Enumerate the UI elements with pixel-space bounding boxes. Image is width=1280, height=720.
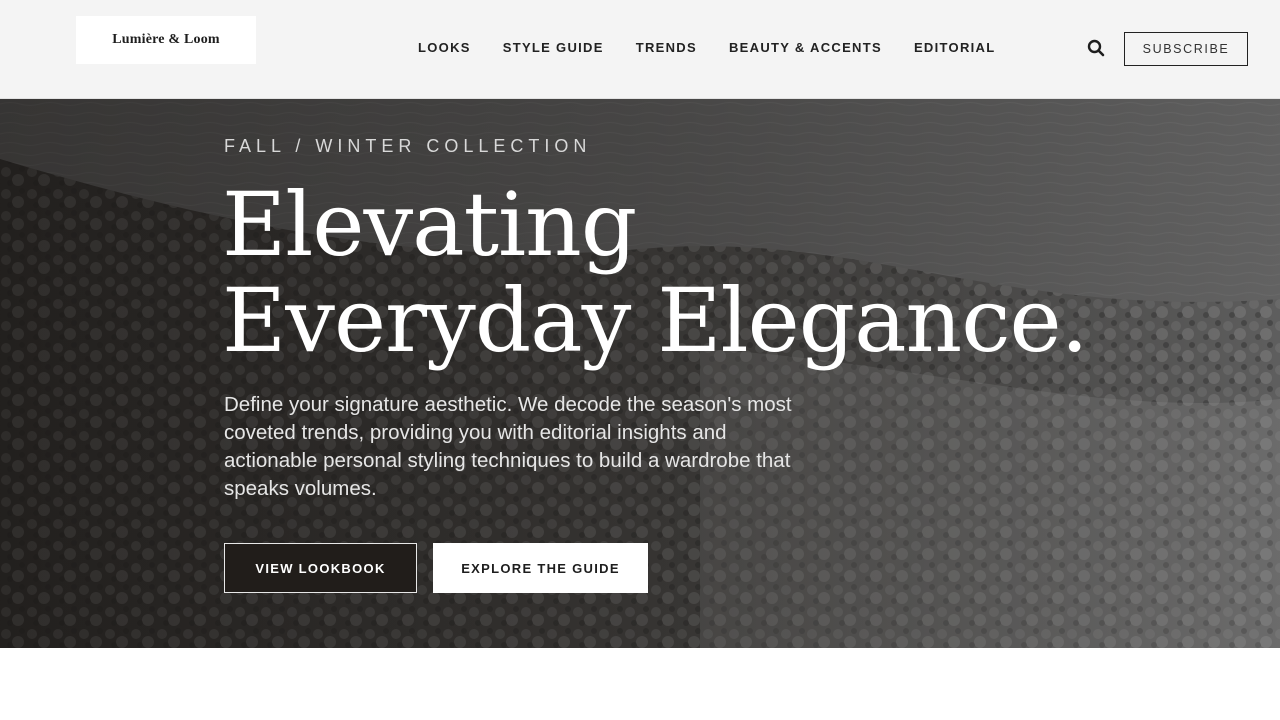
nav-item-trends[interactable]: TRENDS (636, 40, 697, 55)
hero-description: Define your signature aesthetic. We deco… (224, 393, 792, 500)
hero-headline: Elevating Everyday Elegance. (222, 173, 1089, 372)
brand-logo[interactable]: Lumière & Loom (76, 16, 256, 64)
nav-item-looks[interactable]: LOOKS (418, 40, 471, 55)
main-nav: LOOKS STYLE GUIDE TRENDS BEAUTY & ACCENT… (418, 40, 995, 55)
nav-item-editorial[interactable]: EDITORIAL (914, 40, 996, 55)
site-header: Lumière & Loom LOOKS STYLE GUIDE TRENDS … (0, 0, 1280, 99)
nav-item-beauty-accents[interactable]: BEAUTY & ACCENTS (729, 40, 882, 55)
hero-section: FALL / WINTER COLLECTION Elevating Every… (0, 99, 1280, 648)
search-icon (1087, 39, 1105, 57)
view-lookbook-button[interactable]: VIEW LOOKBOOK (224, 543, 417, 593)
search-button[interactable] (1086, 38, 1106, 58)
subscribe-button[interactable]: SUBSCRIBE (1124, 32, 1248, 66)
explore-guide-button[interactable]: EXPLORE THE GUIDE (433, 543, 648, 593)
hero-eyebrow: FALL / WINTER COLLECTION (224, 136, 592, 156)
nav-item-style-guide[interactable]: STYLE GUIDE (503, 40, 604, 55)
hero-headline-line2: Everyday Elegance. (222, 269, 1089, 372)
hero-headline-line1: Elevating (222, 173, 637, 276)
